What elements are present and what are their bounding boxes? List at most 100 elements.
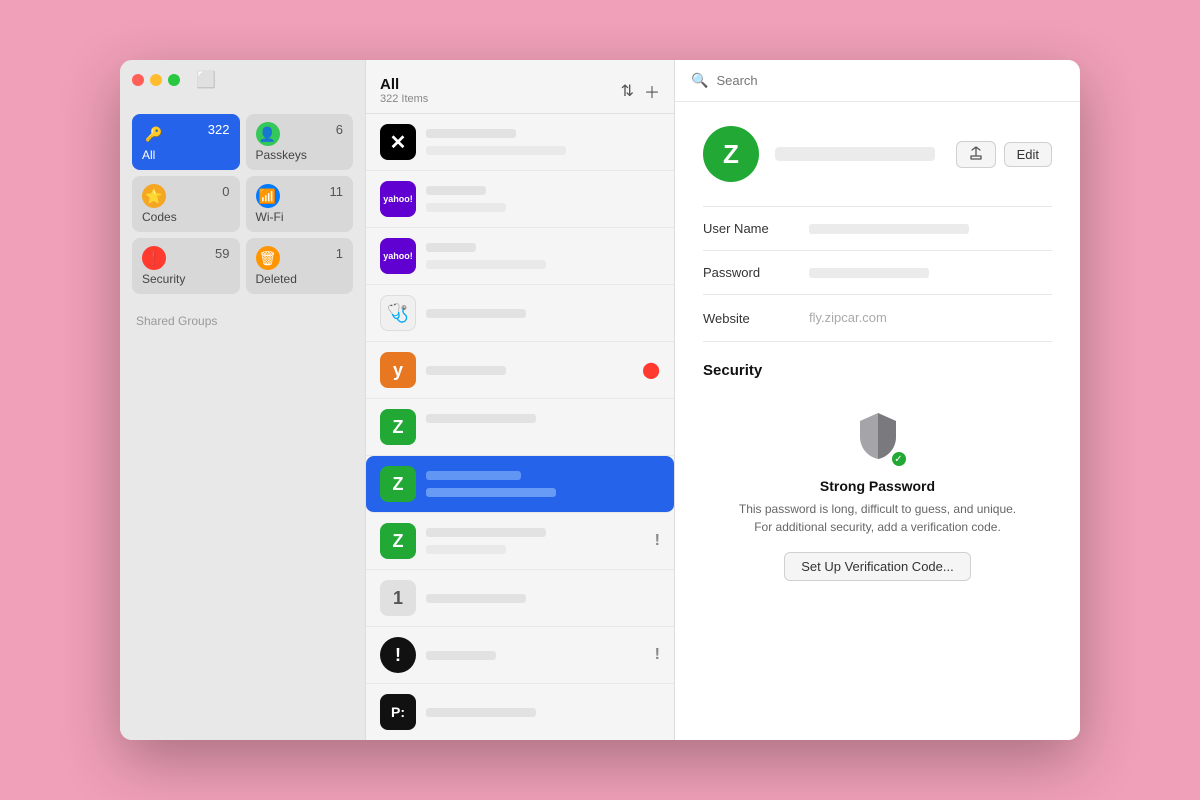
list-item[interactable]: Z ! [366, 513, 674, 570]
item-badge: ! [655, 646, 660, 664]
sidebar-item-passkeys[interactable]: 👤 6 Passkeys [246, 114, 354, 170]
codes-label: Codes [142, 210, 230, 224]
list-count: 322 Items [380, 93, 621, 105]
list-title-area: All 322 Items [380, 76, 621, 105]
security-label: Security [142, 272, 230, 286]
item-icon: y [380, 352, 416, 388]
search-bar: 🔍 [675, 60, 1080, 102]
item-icon: ! [380, 637, 416, 673]
detail-title-area [775, 147, 940, 161]
password-blurred [809, 268, 929, 278]
username-blurred [809, 224, 969, 234]
all-icon: 🔑 [142, 122, 166, 146]
codes-count: 0 [222, 184, 229, 199]
sidebar-toggle-icon[interactable]: ⬜ [196, 70, 216, 90]
item-icon: 1 [380, 580, 416, 616]
item-icon: Z [380, 409, 416, 445]
item-icon: yahoo! [380, 181, 416, 217]
detail-body: Z Edit User Name [675, 102, 1080, 740]
list-item[interactable]: 🩺 [366, 285, 674, 342]
website-value[interactable]: fly.zipcar.com [809, 310, 887, 325]
list-item[interactable]: ✕ [366, 114, 674, 171]
detail-panel: 🔍 Z Edit [675, 60, 1080, 740]
edit-button[interactable]: Edit [1004, 142, 1052, 167]
sidebar-item-deleted[interactable]: 🗑 1 Deleted [246, 238, 354, 294]
security-section: Security ✓ Strong Password This password… [703, 362, 1052, 601]
item-text [426, 364, 632, 377]
item-text [426, 412, 660, 442]
list-item[interactable]: yahoo! [366, 228, 674, 285]
close-button[interactable] [132, 74, 144, 86]
all-count: 322 [208, 122, 230, 137]
field-value-username [809, 224, 1052, 234]
field-website: Website fly.zipcar.com [703, 295, 1052, 342]
shield-icon-container: ✓ [852, 409, 904, 466]
search-input[interactable] [716, 73, 1064, 88]
item-text [426, 127, 660, 157]
wifi-icon: 📶 [256, 184, 280, 208]
sort-button[interactable]: ⇅ [621, 81, 634, 101]
item-icon: Z [380, 523, 416, 559]
item-icon: yahoo! [380, 238, 416, 274]
sidebar-item-all[interactable]: 🔑 322 All [132, 114, 240, 170]
minimize-button[interactable] [150, 74, 162, 86]
detail-fields: User Name Password Website fly.zi [703, 206, 1052, 342]
list-panel: All 322 Items ⇅ ＋ ✕ [365, 60, 675, 740]
share-button[interactable] [956, 141, 996, 168]
traffic-lights [132, 74, 180, 86]
list-items: ✕ yahoo! [366, 114, 674, 740]
item-text [426, 184, 660, 214]
avatar: Z [703, 126, 759, 182]
all-label: All [142, 148, 230, 162]
add-button[interactable]: ＋ [644, 79, 660, 103]
item-text [426, 469, 660, 499]
item-badge: ⬤ [642, 360, 660, 380]
security-content: ✓ Strong Password This password is long,… [703, 399, 1052, 601]
list-item[interactable]: yahoo! [366, 171, 674, 228]
list-item[interactable]: y ⬤ [366, 342, 674, 399]
sidebar-item-security[interactable]: ❗ 59 Security [132, 238, 240, 294]
field-username: User Name [703, 207, 1052, 251]
field-value-password [809, 268, 1052, 278]
item-icon: Z [380, 466, 416, 502]
list-item[interactable]: ! ! [366, 627, 674, 684]
item-text [426, 241, 660, 271]
deleted-label: Deleted [256, 272, 344, 286]
item-icon: P: [380, 694, 416, 730]
field-label-username: User Name [703, 221, 793, 236]
item-badge: ! [655, 532, 660, 550]
field-label-website: Website [703, 311, 793, 326]
list-item-selected[interactable]: Z [366, 456, 674, 513]
item-text [426, 706, 660, 719]
list-item[interactable]: 1 [366, 570, 674, 627]
strong-password-desc: This password is long, difficult to gues… [738, 500, 1018, 536]
setup-verification-button[interactable]: Set Up Verification Code... [784, 552, 970, 581]
strong-password-title: Strong Password [820, 478, 935, 494]
item-text [426, 307, 660, 320]
detail-header: Z Edit [703, 126, 1052, 182]
maximize-button[interactable] [168, 74, 180, 86]
passkeys-label: Passkeys [256, 148, 344, 162]
list-item[interactable]: Z [366, 399, 674, 456]
main-window: ⬜ 🔑 322 All 👤 6 [120, 60, 1080, 740]
detail-actions: Edit [956, 141, 1052, 168]
list-header: All 322 Items ⇅ ＋ [366, 60, 674, 114]
sidebar-item-wifi[interactable]: 📶 11 Wi-Fi [246, 176, 354, 232]
deleted-icon: 🗑 [256, 246, 280, 270]
codes-icon: ⭐ [142, 184, 166, 208]
wifi-count: 11 [330, 184, 344, 199]
field-label-password: Password [703, 265, 793, 280]
check-badge: ✓ [890, 450, 908, 468]
wifi-label: Wi-Fi [256, 210, 344, 224]
passkeys-icon: 👤 [256, 122, 280, 146]
item-icon: ✕ [380, 124, 416, 160]
sidebar: ⬜ 🔑 322 All 👤 6 [120, 60, 365, 740]
shared-groups-label: Shared Groups [132, 306, 353, 332]
search-icon: 🔍 [691, 72, 708, 89]
item-text [426, 526, 645, 556]
list-item[interactable]: P: [366, 684, 674, 740]
item-text [426, 649, 645, 662]
security-title: Security [703, 362, 1052, 379]
sidebar-item-codes[interactable]: ⭐ 0 Codes [132, 176, 240, 232]
list-header-actions: ⇅ ＋ [621, 79, 660, 103]
